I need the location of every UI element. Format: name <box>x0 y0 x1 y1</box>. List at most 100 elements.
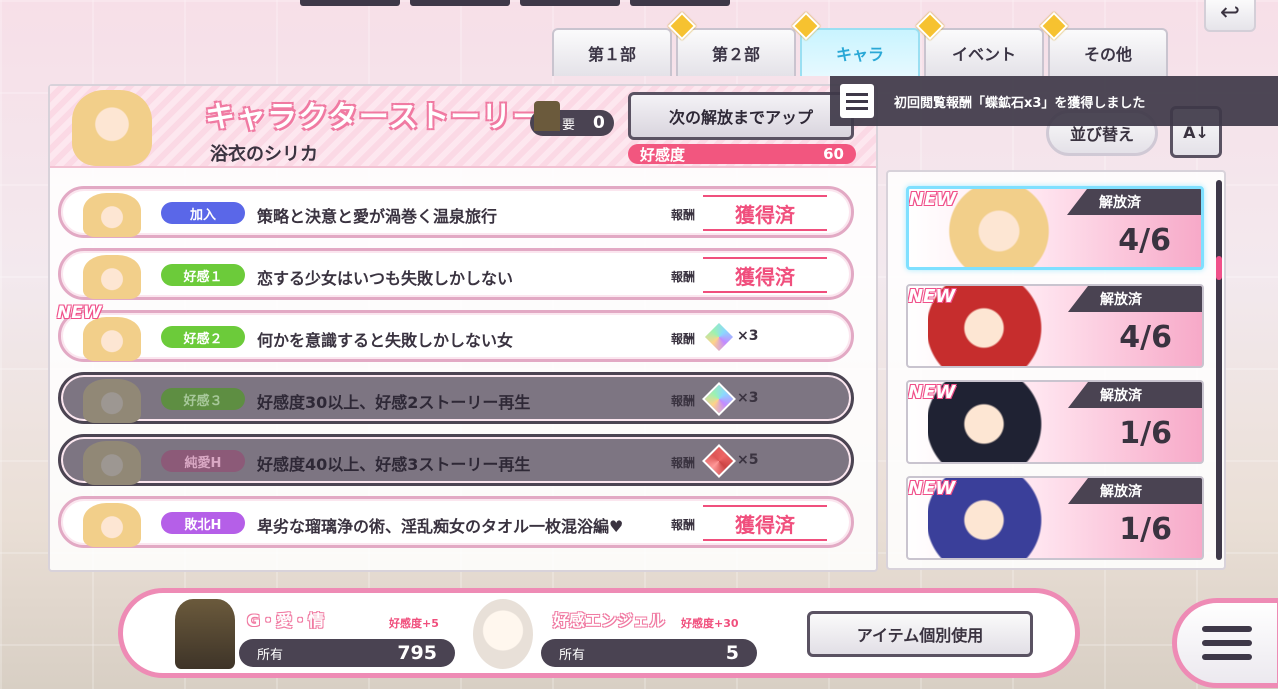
tab-event[interactable]: イベント <box>915 11 1044 76</box>
story-row[interactable]: 好感３ 好感度30以上、好感2ストーリー再生 報酬 ×3 <box>58 372 854 424</box>
butterfly-ore-icon <box>702 382 736 416</box>
reward-count: ×3 <box>737 328 759 344</box>
story-row[interactable]: 加入 策略と決意と愛が渦巻く温泉旅行 報酬 獲得済 <box>58 186 854 238</box>
item-bonus: 好感度+30 <box>681 617 739 630</box>
tab-other[interactable]: その他 <box>1039 11 1168 76</box>
owned-value: 795 <box>397 642 437 664</box>
tab-label: キャラ <box>835 45 884 64</box>
character-list-scrollbar[interactable] <box>1216 180 1222 560</box>
unlock-status: 解放済 <box>1067 189 1201 215</box>
reward-label: 報酬 <box>671 332 696 346</box>
soldier-item-icon <box>175 599 235 669</box>
character-card[interactable]: NEW 解放済 4/6 <box>906 284 1204 368</box>
story-title: 恋する少女はいつも失敗しかしない <box>257 269 514 288</box>
new-badge: NEW <box>57 303 102 323</box>
reward-label: 報酬 <box>671 456 696 470</box>
story-tag: 純愛H <box>161 450 245 472</box>
back-button[interactable]: ↩ <box>1204 0 1256 32</box>
row-portrait <box>83 441 141 485</box>
back-arrow-icon: ↩ <box>1219 0 1241 26</box>
owned-count: 所有 795 <box>239 639 455 667</box>
item-name: G・愛・情 <box>247 611 325 630</box>
toast-message: 初回閲覧報酬「蝶鉱石x3」を獲得しました <box>894 95 1146 111</box>
story-tag: 好感３ <box>161 388 245 410</box>
row-portrait <box>83 255 141 299</box>
reward-label: 報酬 <box>671 394 696 408</box>
row-portrait <box>83 503 141 547</box>
menu-icon <box>1202 626 1252 660</box>
scroll-thumb[interactable] <box>1216 256 1222 280</box>
category-tabs: 第１部 第２部 キャラ イベント その他 <box>552 11 1168 76</box>
requirement-badge: 要 0 <box>530 101 614 136</box>
story-tag: 加入 <box>161 202 245 224</box>
story-title: 策略と決意と愛が渦巻く温泉旅行 <box>257 207 498 226</box>
item-bar: G・愛・情 好感度+5 所有 795 好感エンジェル 好感度+30 所有 5 ア… <box>118 588 1080 678</box>
story-row[interactable]: NEW 好感２ 何かを意識すると失敗しかしない女 報酬 ×3 <box>57 303 854 362</box>
character-card[interactable]: NEW 解放済 1/6 <box>906 476 1204 560</box>
reward-count: ×3 <box>737 390 759 406</box>
story-title: 好感度30以上、好感2ストーリー再生 <box>257 393 531 412</box>
tab-label: 第２部 <box>711 45 760 64</box>
story-title: 好感度40以上、好感3ストーリー再生 <box>257 455 531 474</box>
story-title: 卑劣な瑠璃浄の術、淫乱痴女のタオル一枚混浴編♥ <box>257 517 624 536</box>
reward-label: 報酬 <box>671 270 696 284</box>
affinity-value: 60 <box>823 145 844 163</box>
reward-obtained-stamp: 獲得済 <box>703 195 827 231</box>
story-tag: 好感１ <box>161 264 245 286</box>
affinity-bar: 好感度 60 <box>628 144 856 164</box>
use-item-individually-button[interactable]: アイテム個別使用 <box>807 611 1033 657</box>
requirement-value: 0 <box>593 113 605 133</box>
tab-label: イベント <box>951 45 1016 64</box>
butterfly-ore-icon <box>702 320 736 354</box>
item-bonus: 好感度+5 <box>389 617 439 630</box>
top-resource-strip <box>300 0 730 6</box>
character-card[interactable]: NEW 解放済 4/6 <box>906 186 1204 270</box>
tab-chara[interactable]: キャラ <box>791 11 920 76</box>
story-panel: キャラクターストーリー 浴衣のシリカ 要 0 次の解放までアップ 好感度 60 … <box>48 84 878 572</box>
affinity-label: 好感度 <box>640 145 686 164</box>
menu-button[interactable] <box>1172 598 1278 688</box>
character-header: キャラクターストーリー 浴衣のシリカ 要 0 次の解放までアップ 好感度 60 <box>50 86 876 168</box>
angel-item-icon <box>473 599 533 669</box>
story-progress: 4/6 <box>1119 320 1172 355</box>
story-row[interactable]: 純愛H 好感度40以上、好感3ストーリー再生 報酬 ×5 <box>58 434 854 486</box>
owned-label: 所有 <box>559 647 586 663</box>
character-card[interactable]: NEW 解放済 1/6 <box>906 380 1204 464</box>
row-portrait <box>83 193 141 237</box>
reward-label: 報酬 <box>671 518 696 532</box>
item-name: 好感エンジェル <box>553 611 666 630</box>
new-badge: NEW <box>908 286 956 307</box>
story-tag: 敗北H <box>161 512 245 534</box>
owned-value: 5 <box>725 642 739 664</box>
requirement-label: 要 <box>562 117 576 133</box>
unlock-status: 解放済 <box>1068 382 1202 408</box>
story-progress: 4/6 <box>1118 223 1171 258</box>
new-badge: NEW <box>909 189 957 210</box>
owned-count: 所有 5 <box>541 639 757 667</box>
soldier-icon <box>534 101 560 131</box>
row-portrait <box>83 379 141 423</box>
new-badge: NEW <box>908 478 956 499</box>
row-portrait <box>83 317 141 361</box>
crown-ore-icon <box>702 444 736 478</box>
story-row[interactable]: 好感１ 恋する少女はいつも失敗しかしない 報酬 獲得済 <box>58 248 854 300</box>
unlock-status: 解放済 <box>1068 286 1202 312</box>
tab-part1[interactable]: 第１部 <box>552 28 672 76</box>
document-icon <box>840 84 874 118</box>
tab-label: その他 <box>1083 45 1132 64</box>
new-badge: NEW <box>908 382 956 403</box>
reward-obtained-stamp: 獲得済 <box>703 505 827 541</box>
reward-count: ×5 <box>737 452 759 468</box>
unlock-status: 解放済 <box>1068 478 1202 504</box>
reward-label: 報酬 <box>671 208 696 222</box>
level-up-to-next-unlock-button[interactable]: 次の解放までアップ <box>628 92 854 140</box>
tab-part2[interactable]: 第２部 <box>667 11 796 76</box>
reward-obtained-stamp: 獲得済 <box>703 257 827 293</box>
story-progress: 1/6 <box>1119 512 1172 547</box>
tab-label: 第１部 <box>587 45 636 64</box>
page-title: キャラクターストーリー <box>205 100 544 135</box>
story-row[interactable]: 敗北H 卑劣な瑠璃浄の術、淫乱痴女のタオル一枚混浴編♥ 報酬 獲得済 <box>58 496 854 548</box>
story-progress: 1/6 <box>1119 416 1172 451</box>
owned-label: 所有 <box>257 647 284 663</box>
story-title: 何かを意識すると失敗しかしない女 <box>257 331 514 350</box>
